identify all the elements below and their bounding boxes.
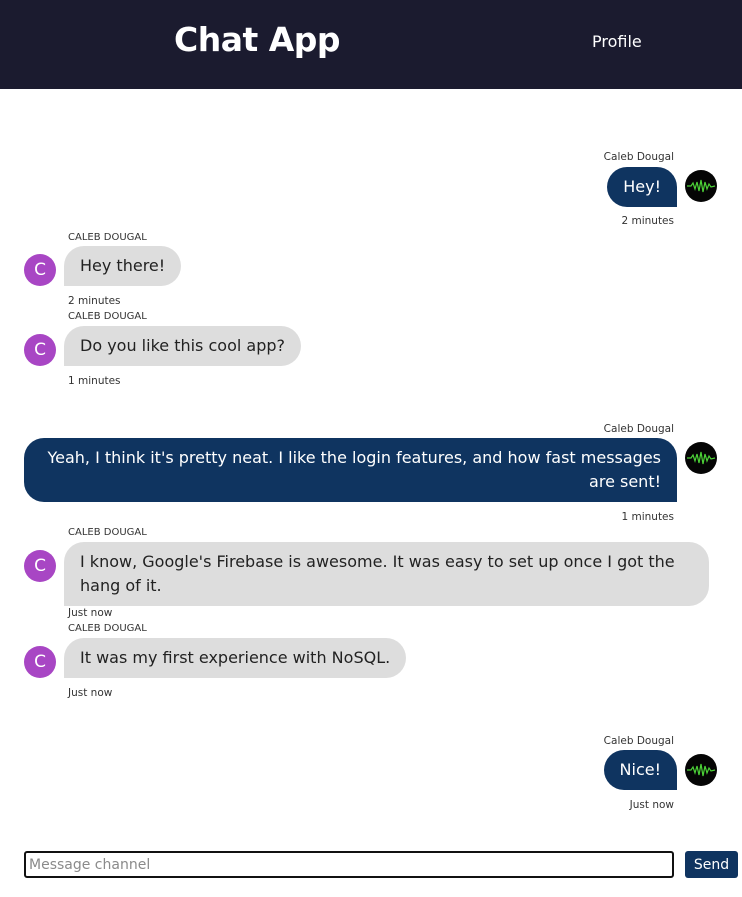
message-timestamp: Just now [629,799,674,811]
received-message-bubble: Do you like this cool app? [64,326,301,366]
message-timestamp: Just now [68,607,113,619]
sent-message-bubble: Yeah, I think it's pretty neat. I like t… [24,438,677,502]
message-author: CALEB DOUGAL [68,232,147,243]
message-author: CALEB DOUGAL [68,527,147,538]
message-author: CALEB DOUGAL [68,623,147,634]
message-timestamp: 2 minutes [68,295,121,307]
user-avatar: C [24,254,56,286]
message-input[interactable] [24,851,674,878]
received-message-bubble: I know, Google's Firebase is awesome. It… [64,542,709,606]
message-author: Caleb Dougal [603,423,674,435]
waveform-icon [685,754,717,786]
message-author: Caleb Dougal [603,735,674,747]
received-message-bubble: It was my first experience with NoSQL. [64,638,407,678]
message-author: CALEB DOUGAL [68,311,147,322]
send-button[interactable]: Send [685,851,738,878]
message-timestamp: 1 minutes [621,511,674,523]
message-timestamp: 2 minutes [621,215,674,227]
waveform-icon [685,442,717,474]
waveform-icon [685,170,717,202]
user-avatar: C [24,334,56,366]
user-avatar: C [24,646,56,678]
received-message-bubble: Hey there! [64,246,182,286]
profile-link[interactable]: Profile [592,32,642,51]
message-author: Caleb Dougal [603,151,674,163]
app-header: Chat App Profile [0,0,742,89]
sent-message-bubble: Nice! [603,750,677,790]
app-title: Chat App [174,20,341,59]
message-timestamp: 1 minutes [68,375,121,387]
sent-message-bubble: Hey! [607,167,677,207]
user-avatar: C [24,550,56,582]
message-timestamp: Just now [68,687,113,699]
